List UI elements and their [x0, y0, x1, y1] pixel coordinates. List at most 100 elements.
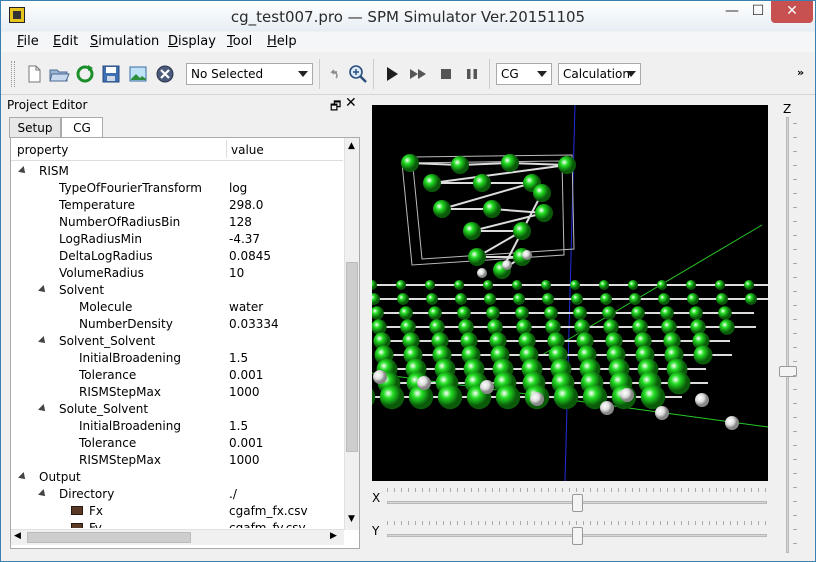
- menu-simulation[interactable]: Simulation: [90, 34, 159, 49]
- tree-row[interactable]: InitialBroadening 1.5: [11, 418, 343, 435]
- carbon-atom: [372, 306, 384, 320]
- menu-display[interactable]: Display: [168, 34, 216, 49]
- undo-icon[interactable]: [324, 63, 346, 85]
- slider-tick: [793, 473, 797, 474]
- property-tree: property value RISM TypeOfFourierTransfor…: [10, 137, 360, 549]
- carbon-atom: [574, 319, 590, 335]
- expand-arrow-icon[interactable]: [38, 404, 48, 414]
- tree-row[interactable]: RISMStepMax 1000: [11, 452, 343, 469]
- property-value[interactable]: 0.001: [229, 368, 263, 382]
- tree-row[interactable]: TypeOfFourierTransform log: [11, 180, 343, 197]
- scroll-right-arrow-icon[interactable]: ▶: [330, 531, 337, 541]
- tree-row[interactable]: Solute_Solvent: [11, 401, 343, 418]
- expand-arrow-icon[interactable]: [18, 166, 28, 176]
- minimize-button[interactable]: —: [719, 1, 745, 23]
- fast-forward-icon[interactable]: [407, 63, 429, 85]
- horizontal-scrollbar[interactable]: ◀ ▶: [11, 529, 344, 545]
- tree-row[interactable]: Directory ./: [11, 486, 343, 503]
- menu-tool[interactable]: Tool: [227, 34, 252, 49]
- slider-handle[interactable]: [572, 527, 583, 545]
- float-icon[interactable]: 🗗: [330, 97, 341, 118]
- property-value[interactable]: 1000: [229, 385, 260, 399]
- column-header-property[interactable]: property: [17, 143, 68, 157]
- tab-cg[interactable]: CG: [61, 117, 103, 139]
- vertical-scrollbar[interactable]: ▲ ▼: [344, 138, 359, 530]
- cancel-icon[interactable]: [154, 63, 176, 85]
- column-header-value[interactable]: value: [231, 143, 264, 157]
- expand-arrow-icon[interactable]: [38, 336, 48, 346]
- property-value[interactable]: cgafm_fx.csv: [229, 504, 308, 518]
- title-bar[interactable]: cg_test007.pro — SPM Simulator Ver.20151…: [1, 1, 815, 31]
- property-value[interactable]: water: [229, 300, 263, 314]
- x-slider[interactable]: [387, 488, 767, 513]
- tab-setup[interactable]: Setup: [9, 117, 61, 138]
- tree-row[interactable]: NumberOfRadiusBin 128: [11, 214, 343, 231]
- play-icon[interactable]: [381, 63, 403, 85]
- carbon-atom: [718, 306, 732, 320]
- z-slider[interactable]: [779, 117, 797, 553]
- action-combo[interactable]: Calculation: [558, 63, 641, 85]
- menu-edit[interactable]: Edit: [53, 34, 78, 49]
- scrollbar-thumb[interactable]: [346, 262, 358, 452]
- property-value[interactable]: 0.001: [229, 436, 263, 450]
- close-button[interactable]: ✕: [771, 1, 813, 23]
- pause-icon[interactable]: [461, 63, 483, 85]
- tree-row[interactable]: Output: [11, 469, 343, 486]
- property-value[interactable]: 10: [229, 266, 244, 280]
- property-value[interactable]: -4.37: [229, 232, 260, 246]
- tree-row[interactable]: Temperature 298.0: [11, 197, 343, 214]
- selection-combo[interactable]: No Selected: [186, 63, 313, 85]
- 3d-viewport[interactable]: [372, 105, 768, 481]
- slider-handle[interactable]: [572, 494, 583, 512]
- property-value[interactable]: ./: [229, 487, 237, 501]
- tree-row[interactable]: Tolerance 0.001: [11, 367, 343, 384]
- property-value[interactable]: 0.03334: [229, 317, 279, 331]
- property-value[interactable]: 1.5: [229, 419, 248, 433]
- tree-row[interactable]: Tolerance 0.001: [11, 435, 343, 452]
- scroll-up-arrow-icon[interactable]: ▲: [348, 141, 355, 151]
- property-value[interactable]: cgafm_fy.csv: [229, 521, 306, 528]
- tree-row[interactable]: Solvent: [11, 282, 343, 299]
- maximize-button[interactable]: ☐: [745, 1, 771, 23]
- tree-row[interactable]: Molecule water: [11, 299, 343, 316]
- scrollbar-thumb[interactable]: [27, 532, 191, 543]
- tree-row[interactable]: RISM: [11, 163, 343, 180]
- reload-icon[interactable]: [74, 63, 96, 85]
- scroll-down-arrow-icon[interactable]: ▼: [348, 514, 355, 524]
- tree-row[interactable]: InitialBroadening 1.5: [11, 350, 343, 367]
- open-folder-icon[interactable]: [48, 63, 70, 85]
- property-value[interactable]: 0.0845: [229, 249, 271, 263]
- stop-icon[interactable]: [435, 63, 457, 85]
- scroll-left-arrow-icon[interactable]: ◀: [14, 531, 21, 541]
- tree-row[interactable]: Fy cgafm_fy.csv: [11, 520, 343, 528]
- tree-row[interactable]: DeltaLogRadius 0.0845: [11, 248, 343, 265]
- property-value[interactable]: 128: [229, 215, 252, 229]
- property-value[interactable]: 1000: [229, 453, 260, 467]
- property-name: Tolerance: [79, 436, 137, 450]
- tree-row[interactable]: RISMStepMax 1000: [11, 384, 343, 401]
- expand-arrow-icon[interactable]: [38, 489, 48, 499]
- save-icon[interactable]: [100, 63, 122, 85]
- image-export-icon[interactable]: [127, 63, 149, 85]
- tree-row[interactable]: VolumeRadius 10: [11, 265, 343, 282]
- toolbar-grip[interactable]: [11, 61, 15, 87]
- tree-row[interactable]: LogRadiusMin -4.37: [11, 231, 343, 248]
- close-icon[interactable]: ✕: [345, 95, 357, 111]
- y-slider[interactable]: [387, 521, 767, 546]
- toolbar-overflow-button[interactable]: »: [797, 66, 804, 79]
- slider-tick: [793, 319, 797, 320]
- menu-help[interactable]: Help: [267, 34, 297, 49]
- tree-row[interactable]: Solvent_Solvent: [11, 333, 343, 350]
- column-divider[interactable]: [226, 140, 227, 158]
- property-value[interactable]: 1.5: [229, 351, 248, 365]
- expand-arrow-icon[interactable]: [18, 472, 28, 482]
- expand-arrow-icon[interactable]: [38, 285, 48, 295]
- tree-row[interactable]: Fx cgafm_fx.csv: [11, 503, 343, 520]
- new-file-icon[interactable]: [23, 63, 45, 85]
- menu-file[interactable]: File: [17, 34, 39, 49]
- property-value[interactable]: log: [229, 181, 247, 195]
- property-value[interactable]: 298.0: [229, 198, 263, 212]
- mode-combo[interactable]: CG: [496, 63, 552, 85]
- tree-row[interactable]: NumberDensity 0.03334: [11, 316, 343, 333]
- zoom-icon[interactable]: [347, 63, 369, 85]
